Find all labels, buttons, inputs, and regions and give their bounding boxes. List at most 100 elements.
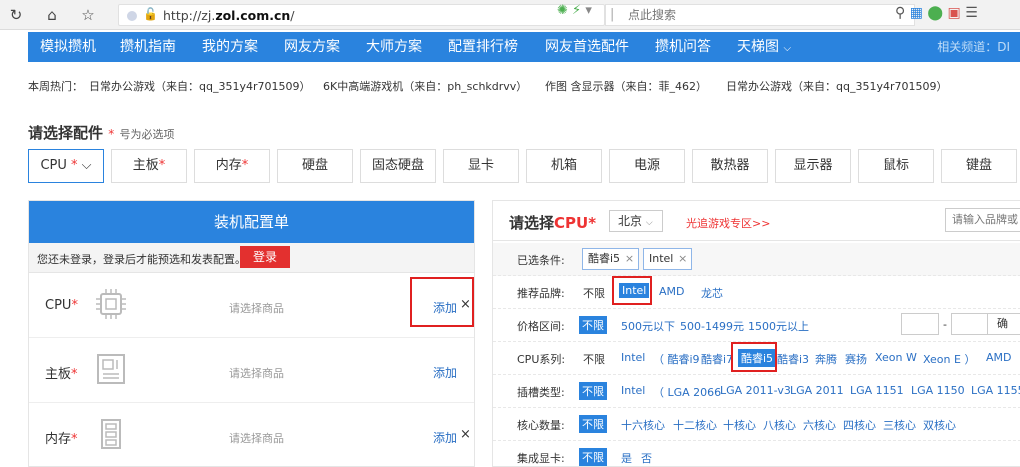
tab-motherboard[interactable]: 主板* [111,149,187,183]
dropdown-arrow-icon[interactable]: ▾ [585,3,592,18]
filter-option[interactable]: 奔腾 [815,351,837,367]
filter-option[interactable]: 500元以下 [621,318,675,334]
filter-option[interactable]: LGA 2011 [790,384,844,397]
close-icon[interactable]: × [625,249,634,269]
filter-option[interactable]: 八核心 [763,417,796,433]
filter-option[interactable]: 四核心 [843,417,876,433]
cpu-select-panel: 请选择CPU* 北京 ⌵ 光追游戏专区>> 已选条件: 酷睿i5 × Intel ×… [492,200,1020,467]
browser-search-box[interactable]: | [605,4,915,26]
filter-option[interactable]: 不限 [583,351,605,367]
filter-option[interactable]: LGA 1151 [850,384,904,397]
tab-monitor[interactable]: 显示器 [775,149,851,183]
tab-cpu[interactable]: CPU * ⌵ [28,149,104,183]
nav-item-guide[interactable]: 攒机指南 [120,32,176,62]
city-select[interactable]: 北京 ⌵ [609,210,663,232]
home-icon[interactable]: ⌂ [42,5,62,25]
filter-option[interactable]: 1500元以上 [748,318,809,334]
filter-option[interactable]: Intel [621,384,645,397]
filter-option[interactable]: 三核心 [883,417,916,433]
brand-search-input[interactable] [946,209,1020,229]
filter-option[interactable]: 否 [641,450,652,466]
rtx-game-zone-link[interactable]: 光追游戏专区>> [686,215,770,231]
close-icon[interactable]: × [678,249,687,269]
filter-option[interactable]: 十核心 [723,417,756,433]
filter-option[interactable]: （ LGA 2066 [653,384,721,400]
filter-option-selected[interactable]: 不限 [579,448,607,466]
tab-keyboard[interactable]: 键盘 [941,149,1017,183]
select-parts-title: 请选择配件 [28,124,104,142]
nav-item-user-plans[interactable]: 网友方案 [284,32,340,62]
address-bar[interactable]: 🔓 http://zj.zol.com.cn/ [118,4,605,26]
bookmark-star-icon[interactable]: ☆ [78,5,98,25]
tab-ssd[interactable]: 固态硬盘 [360,149,436,183]
filter-option-selected[interactable]: 不限 [579,316,607,334]
lightning-icon[interactable]: ⚡ [572,3,581,18]
browser-search-input[interactable] [628,7,888,23]
filter-option[interactable]: 是 [621,450,632,466]
filter-option[interactable]: LGA 2011-v3 [720,384,791,397]
selected-chip[interactable]: Intel × [643,248,693,270]
price-max-input[interactable] [951,313,989,335]
hot-item[interactable]: 6K中高端游戏机（来自：ph_schkdrvv） [323,78,527,94]
search-icon[interactable]: ⚲ [895,5,905,21]
filter-option[interactable]: AMD [986,351,1012,364]
filter-option[interactable]: 龙芯 [701,285,723,301]
hot-item[interactable]: 日常办公游戏（来自：qq_351y4r701509） [89,78,310,94]
related-channel[interactable]: 相关频道：DI [937,32,1010,62]
filter-option[interactable]: （ 酷睿i9 [653,351,700,367]
filter-option[interactable]: 赛扬 [845,351,867,367]
nav-item-my-plans[interactable]: 我的方案 [202,32,258,62]
tab-hdd[interactable]: 硬盘 [277,149,353,183]
nav-item-ladder[interactable]: 天梯图 ⌵ [737,32,791,62]
add-memory-button[interactable]: 添加 [433,429,457,446]
filter-option[interactable]: 不限 [583,285,605,301]
nav-item-simulate[interactable]: 模拟攒机 [40,32,96,62]
nav-item-user-picks[interactable]: 网友首选配件 [545,32,629,62]
filter-option[interactable]: 酷睿i7 [701,351,733,367]
extension-red-icon[interactable]: ▣ [948,5,961,21]
filter-option-selected[interactable]: 不限 [579,415,607,433]
tab-case[interactable]: 机箱 [526,149,602,183]
login-button[interactable]: 登录 [240,246,290,268]
filter-option[interactable]: 十六核心 [621,417,665,433]
filter-option-selected[interactable]: 不限 [579,382,607,400]
tab-memory[interactable]: 内存* [194,149,270,183]
filter-option[interactable]: Intel [621,351,645,364]
tab-gpu[interactable]: 显卡 [443,149,519,183]
filter-option[interactable]: LGA 1155 [971,384,1020,397]
price-confirm-button[interactable]: 确 [987,313,1020,335]
filter-option[interactable]: AMD [659,285,685,298]
filter-option[interactable]: 六核心 [803,417,836,433]
filter-option[interactable]: Xeon E ） [923,351,975,367]
tab-required-star: * [241,158,249,173]
remove-memory-button[interactable]: × [460,427,471,442]
extension-icons[interactable]: ⚲ ▦ ⬤ ▣ ☰ [895,5,978,21]
tab-cooler[interactable]: 散热器 [692,149,768,183]
hot-item[interactable]: 日常办公游戏（来自：qq_351y4r701509） [726,78,947,94]
filter-option[interactable]: 双核心 [923,417,956,433]
nav-item-qa[interactable]: 攒机问答 [655,32,711,62]
menu-icon[interactable]: ☰ [965,5,978,21]
price-min-input[interactable] [901,313,939,335]
brand-search-box[interactable] [945,208,1020,232]
filter-option[interactable]: 十二核心 [673,417,717,433]
nav-item-master-plans[interactable]: 大师方案 [366,32,422,62]
speed-mode-icons[interactable]: ✺ ⚡ ▾ [557,3,592,18]
filter-option[interactable]: LGA 1150 [911,384,965,397]
selected-chip[interactable]: 酷睿i5 × [582,248,640,270]
filter-option[interactable]: 500-1499元 [680,318,744,334]
add-motherboard-button[interactable]: 添加 [433,364,457,381]
extension-green-icon[interactable]: ⬤ [927,5,943,21]
nav-item-ranking[interactable]: 配置排行榜 [448,32,518,62]
filter-option[interactable]: Xeon W [875,351,917,364]
hot-item[interactable]: 作图 含显示器（来自：菲_462） [545,78,707,94]
filter-option[interactable]: 酷睿i3 [777,351,809,367]
tab-mouse[interactable]: 鼠标 [858,149,934,183]
tab-psu[interactable]: 电源 [609,149,685,183]
login-notice: 您还未登录，登录后才能预选和发表配置。 登录 [29,243,474,273]
cpu-chip-icon [96,289,126,319]
address-url[interactable]: http://zj.zol.com.cn/ [163,8,295,23]
apps-grid-icon[interactable]: ▦ [910,5,923,21]
speedup-icon[interactable]: ✺ [557,3,568,18]
refresh-icon[interactable]: ↻ [6,5,26,25]
